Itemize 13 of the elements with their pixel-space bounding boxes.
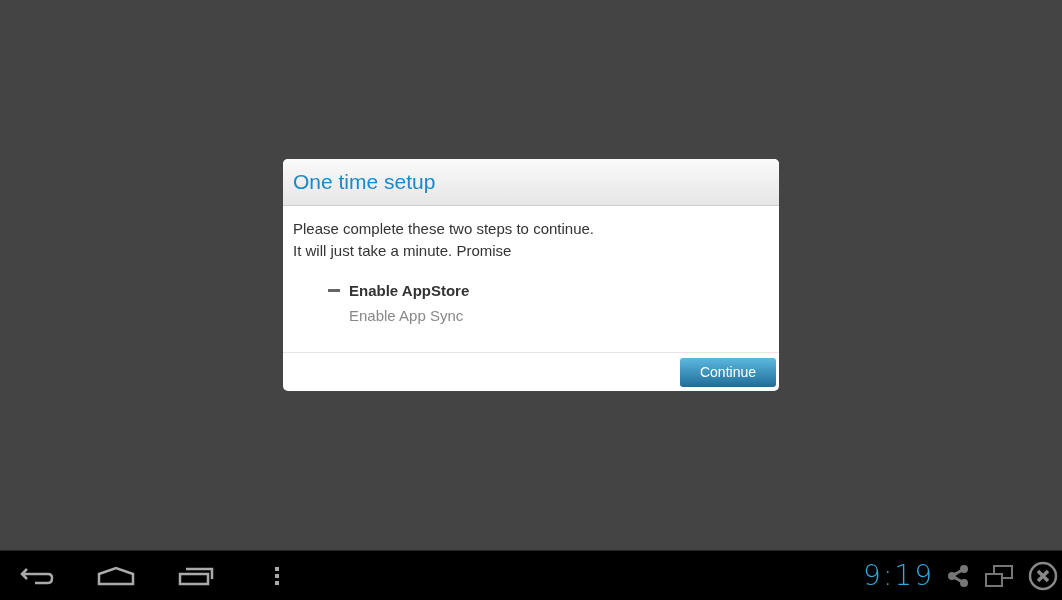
home-icon[interactable] [97, 565, 135, 586]
message-text: It will just take a minute. Promise [293, 241, 513, 261]
recent-apps-icon[interactable] [178, 565, 214, 586]
share-icon[interactable] [946, 563, 970, 588]
step-label: Enable AppStore [349, 282, 470, 299]
message-text: Please complete these two steps to continue. [293, 219, 595, 239]
back-icon[interactable] [20, 565, 54, 586]
windows-icon[interactable] [984, 563, 1014, 588]
dialog-title: One time setup [293, 170, 436, 194]
clock[interactable]: 9:19 [863, 559, 934, 592]
step-label: Enable App Sync [349, 307, 464, 324]
close-icon[interactable] [1028, 560, 1058, 591]
menu-icon[interactable] [274, 566, 280, 585]
